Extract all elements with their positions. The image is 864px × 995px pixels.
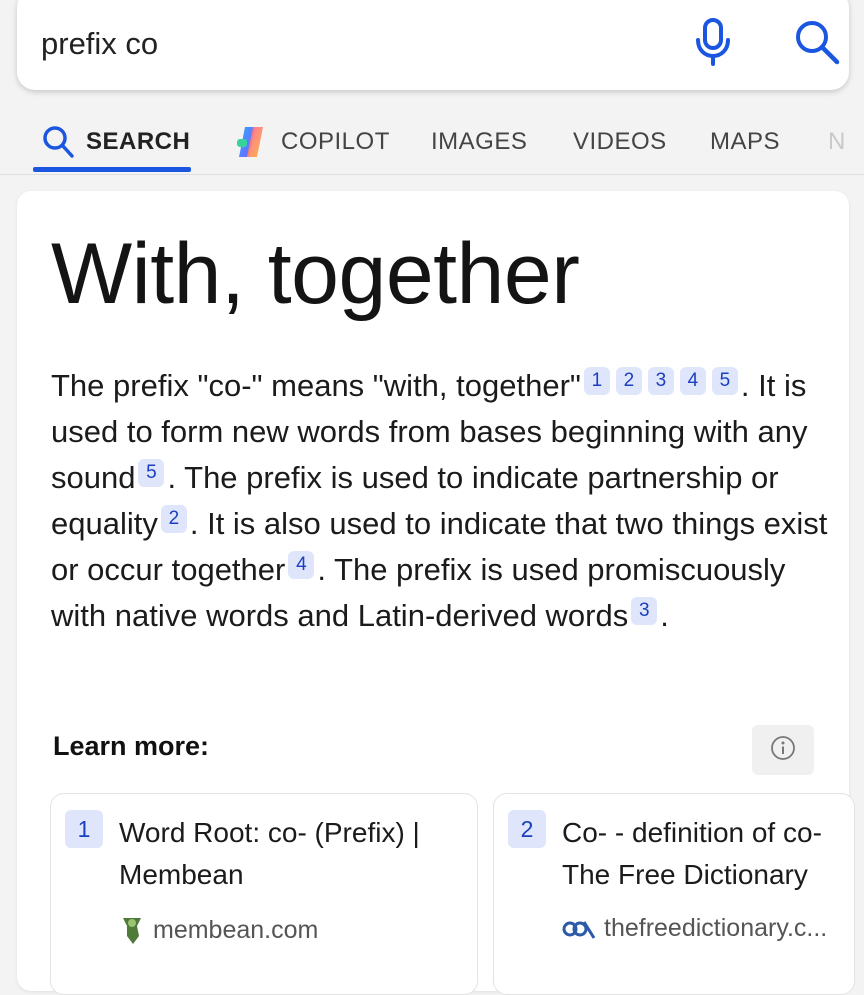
copilot-icon xyxy=(233,125,269,159)
source-site-label: thefreedictionary.c... xyxy=(604,914,828,942)
citation-badge[interactable]: 4 xyxy=(288,551,315,579)
microphone-icon[interactable] xyxy=(693,18,733,66)
citation-badge[interactable]: 5 xyxy=(138,459,165,487)
citation-badge[interactable]: 2 xyxy=(615,367,642,395)
source-site-label: membean.com xyxy=(153,915,319,944)
tab-bar: SEARCH COPILOT IMAGES VIDEOS MAPS N xyxy=(0,100,864,175)
source-title: Co- - definition of co- The Free Diction… xyxy=(562,817,822,890)
citation-badge[interactable]: 5 xyxy=(711,367,738,395)
source-title: Word Root: co- (Prefix) | Membean xyxy=(119,817,420,890)
source-card[interactable]: 2 Co- - definition of co- The Free Dicti… xyxy=(493,793,855,995)
tab-maps[interactable]: MAPS xyxy=(710,122,780,162)
answer-body: The prefix "co-" means "with, together" 1… xyxy=(51,363,831,639)
tab-search[interactable]: SEARCH xyxy=(42,122,190,162)
learn-more-heading: Learn more: xyxy=(53,731,210,761)
answer-text: The prefix "co-" means "with, together" xyxy=(51,368,581,403)
tab-videos[interactable]: VIDEOS xyxy=(573,122,667,162)
freedictionary-favicon xyxy=(562,918,596,940)
info-icon xyxy=(770,735,796,766)
source-number: 2 xyxy=(508,810,546,848)
info-button[interactable] xyxy=(752,725,814,775)
search-bar xyxy=(17,0,849,90)
citation-badge[interactable]: 3 xyxy=(631,597,658,625)
citation-badge[interactable]: 1 xyxy=(583,367,610,395)
tab-copilot[interactable]: COPILOT xyxy=(233,122,390,162)
source-number: 1 xyxy=(65,810,103,848)
active-tab-indicator xyxy=(33,167,191,172)
source-card[interactable]: 1 Word Root: co- (Prefix) | Membean memb… xyxy=(50,793,478,995)
citation-badge[interactable]: 3 xyxy=(647,367,674,395)
answer-title: With, together xyxy=(51,226,580,322)
citation-badge[interactable]: 2 xyxy=(160,505,187,533)
membean-favicon xyxy=(119,914,145,946)
tab-label: VIDEOS xyxy=(573,128,667,155)
answer-card: With, together The prefix "co-" means "w… xyxy=(17,191,855,995)
tab-news-partial[interactable]: N xyxy=(828,122,846,162)
answer-text: . xyxy=(660,598,669,633)
tab-label: IMAGES xyxy=(431,128,528,155)
tab-images[interactable]: IMAGES xyxy=(431,122,527,162)
source-site: membean.com xyxy=(119,914,318,946)
search-icon[interactable] xyxy=(793,18,841,66)
citation-badge[interactable]: 4 xyxy=(679,367,706,395)
tab-label: N xyxy=(828,128,846,155)
source-site: thefreedictionary.c... xyxy=(562,914,827,943)
search-input[interactable] xyxy=(41,22,641,66)
tab-label: COPILOT xyxy=(281,128,390,155)
search-icon xyxy=(42,125,74,159)
tab-label: SEARCH xyxy=(86,128,191,155)
tab-label: MAPS xyxy=(710,128,781,155)
